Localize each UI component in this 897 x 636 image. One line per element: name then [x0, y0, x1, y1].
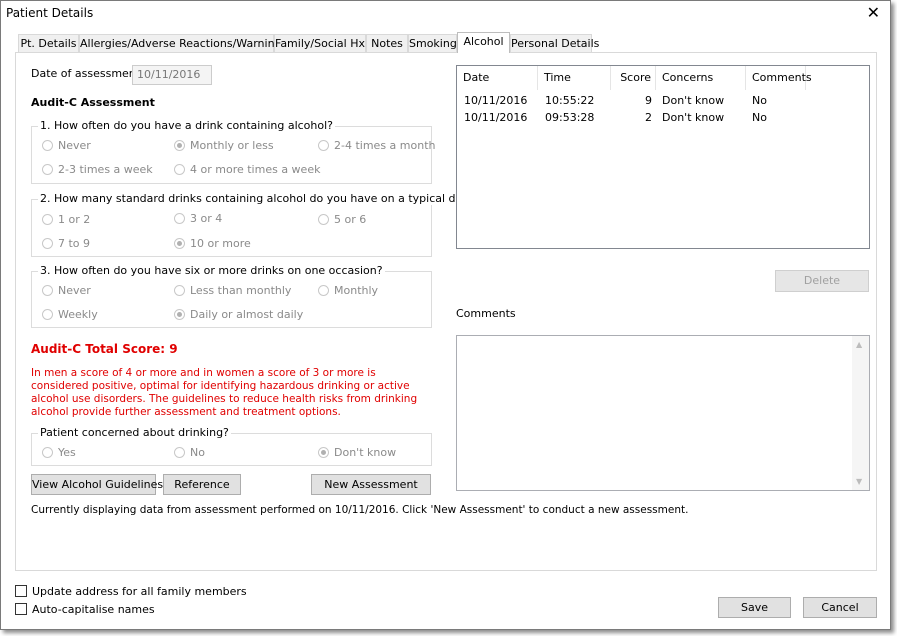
close-icon[interactable]: ✕ — [867, 4, 880, 22]
cell-concerns: Don't know — [662, 111, 725, 124]
cell-score: 2 — [645, 111, 652, 124]
auto-capitalise-checkbox[interactable] — [15, 603, 27, 615]
tab-personal-details[interactable]: Personal Details — [510, 34, 599, 52]
cell-concerns: Don't know — [662, 94, 725, 107]
tab-allergies[interactable]: Allergies/Adverse Reactions/Warnings — [79, 34, 287, 52]
new-assessment-button[interactable]: New Assessment — [311, 474, 431, 495]
cancel-button[interactable]: Cancel — [803, 597, 877, 618]
scroll-down-arrow-icon[interactable]: ▼ — [856, 477, 862, 486]
cell-time: 10:55:22 — [545, 94, 595, 107]
date-of-assessment-field[interactable]: 10/11/2016 — [132, 65, 212, 85]
tab-alcohol[interactable]: Alcohol — [457, 32, 510, 53]
tab-pt-details[interactable]: Pt. Details — [18, 34, 79, 52]
question-2-text: 2. How many standard drinks containing a… — [38, 192, 477, 205]
update-address-checkbox[interactable] — [15, 585, 27, 597]
cell-time: 09:53:28 — [545, 111, 595, 124]
status-text: Currently displaying data from assessmen… — [31, 504, 689, 516]
update-address-label: Update address for all family members — [32, 585, 247, 598]
column-header-concerns[interactable]: Concerns — [656, 66, 746, 90]
cell-date: 10/11/2016 — [464, 111, 528, 124]
column-header-score[interactable]: Score — [611, 66, 656, 90]
comments-label: Comments — [456, 307, 516, 320]
question-3-text: 3. How often do you have six or more dri… — [38, 264, 385, 277]
tab-family-social-hx[interactable]: Family/Social Hx — [274, 34, 366, 52]
auto-capitalise-label: Auto-capitalise names — [32, 603, 155, 616]
date-of-assessment-label: Date of assessment: — [31, 67, 144, 80]
patient-details-window: Patient Details ✕ Pt. Details Allergies/… — [0, 0, 891, 630]
comments-scrollbar[interactable]: ▲ ▼ — [852, 336, 869, 490]
comments-textarea[interactable]: ▲ ▼ — [456, 335, 870, 491]
tab-notes[interactable]: Notes — [366, 34, 408, 52]
tab-smoking[interactable]: Smoking — [408, 34, 457, 52]
column-header-comments[interactable]: Comments — [746, 66, 812, 90]
window-title: Patient Details — [6, 6, 94, 20]
cell-date: 10/11/2016 — [464, 94, 528, 107]
question-1-text: 1. How often do you have a drink contain… — [38, 119, 335, 132]
column-header-date[interactable]: Date — [457, 66, 538, 90]
audit-c-heading: Audit-C Assessment — [31, 96, 155, 109]
audit-c-total-score: Audit-C Total Score: 9 — [31, 342, 178, 356]
view-alcohol-guidelines-button[interactable]: View Alcohol Guidelines — [31, 474, 163, 495]
assessment-history-list[interactable]: Date Time Score Concerns Comments 10/11/… — [456, 65, 870, 249]
delete-button[interactable]: Delete — [775, 270, 869, 292]
reference-button[interactable]: Reference — [163, 474, 241, 495]
save-button[interactable]: Save — [718, 597, 791, 618]
table-row[interactable]: 10/11/2016 09:53:28 2 Don't know No — [457, 111, 869, 127]
concern-question-text: Patient concerned about drinking? — [38, 426, 231, 439]
column-header-time[interactable]: Time — [538, 66, 611, 90]
cell-comments: No — [752, 111, 767, 124]
table-row[interactable]: 10/11/2016 10:55:22 9 Don't know No — [457, 94, 869, 110]
scroll-up-arrow-icon[interactable]: ▲ — [856, 340, 862, 349]
cell-comments: No — [752, 94, 767, 107]
score-guidance-text: In men a score of 4 or more and in women… — [31, 367, 418, 418]
cell-score: 9 — [645, 94, 652, 107]
